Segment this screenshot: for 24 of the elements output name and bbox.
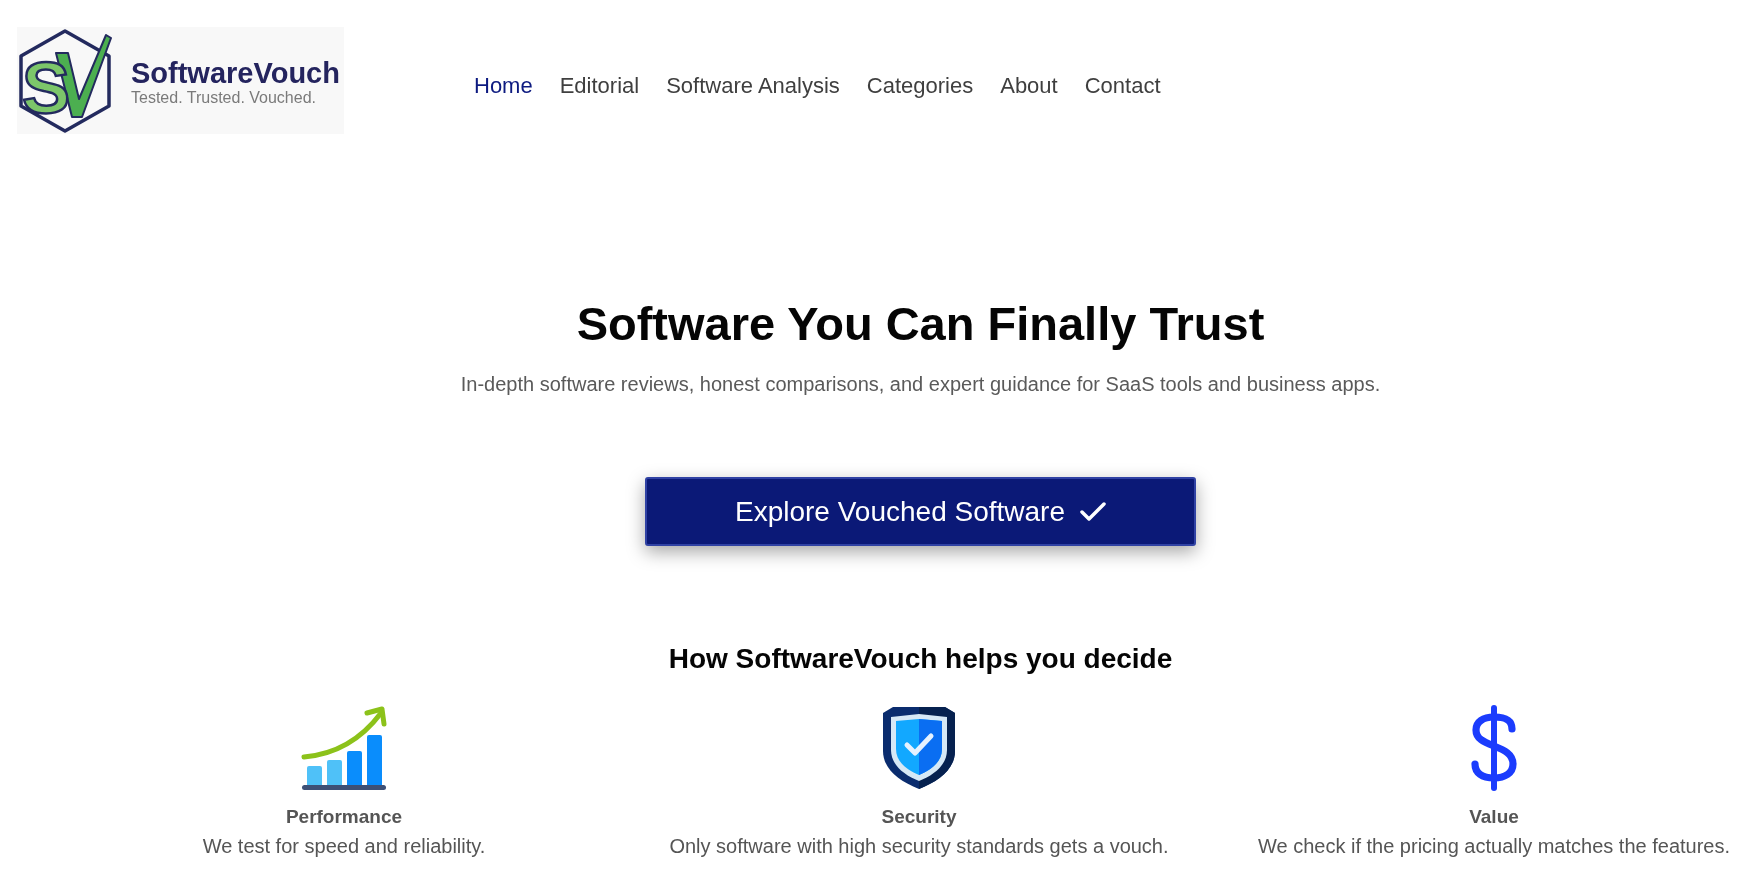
nav-link[interactable]: Contact bbox=[1084, 71, 1161, 100]
nav-link[interactable]: Editorial bbox=[559, 71, 640, 100]
nav-link[interactable]: Categories bbox=[866, 71, 974, 100]
explore-button[interactable]: Explore Vouched Software bbox=[645, 477, 1196, 546]
feature-description: Only software with high security standards gets a vouch. bbox=[669, 834, 1169, 858]
nav-link[interactable]: Software Analysis bbox=[666, 71, 840, 100]
feature-title: Performance bbox=[285, 805, 403, 828]
feature-title: Value bbox=[1469, 805, 1519, 828]
dollar-icon bbox=[1469, 705, 1519, 791]
nav-link[interactable]: Home bbox=[474, 71, 533, 100]
site-logo[interactable]: S SoftwareVouch Tested. Trusted. Vouched. bbox=[17, 27, 344, 134]
feature-description: We check if the pricing actually matches the features. bbox=[1257, 834, 1731, 858]
nav-link[interactable]: About bbox=[1000, 71, 1058, 100]
section-heading: How SoftwareVouch helps you decide bbox=[668, 643, 1173, 675]
hero-subtitle: In-depth software reviews, honest comparisons, and expert guidance for SaaS tools and business apps. bbox=[460, 372, 1381, 397]
bar-chart-arrow-icon bbox=[301, 705, 387, 791]
logo-tagline: Tested. Trusted. Vouched. bbox=[131, 89, 317, 107]
feature-title: Security bbox=[881, 805, 957, 828]
feature-description: We test for speed and reliability. bbox=[202, 834, 486, 858]
shield-check-icon bbox=[881, 705, 957, 791]
check-icon bbox=[1080, 501, 1106, 522]
hero-title: Software You Can Finally Trust bbox=[576, 296, 1265, 352]
logo-name: SoftwareVouch bbox=[131, 58, 340, 89]
logo-icon: S bbox=[18, 28, 112, 133]
